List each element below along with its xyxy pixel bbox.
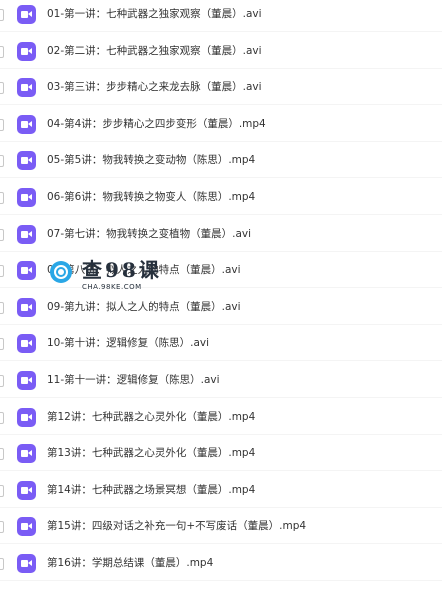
file-row[interactable]: 11-第十一讲：逻辑修复（陈思）.avi bbox=[0, 366, 442, 404]
video-file-icon bbox=[17, 334, 36, 354]
file-name[interactable]: 第16讲：学期总结课（董晨）.mp4 bbox=[47, 555, 213, 571]
file-checkbox[interactable] bbox=[0, 521, 4, 534]
file-row[interactable]: 第16讲：学期总结课（董晨）.mp4 bbox=[0, 549, 442, 587]
file-name[interactable]: 第12讲：七种武器之心灵外化（董晨）.mp4 bbox=[47, 409, 255, 425]
video-file-icon bbox=[17, 371, 36, 390]
row-divider bbox=[0, 397, 442, 398]
file-checkbox[interactable] bbox=[0, 265, 4, 278]
file-checkbox[interactable] bbox=[0, 155, 4, 168]
file-row[interactable]: 01-第一讲：七种武器之独家观察（董晨）.avi bbox=[0, 0, 442, 38]
row-divider bbox=[0, 250, 442, 252]
row-divider bbox=[0, 433, 442, 435]
row-divider bbox=[0, 177, 442, 179]
video-file-icon bbox=[17, 554, 36, 573]
video-file-icon bbox=[17, 517, 36, 537]
file-checkbox[interactable] bbox=[0, 118, 4, 131]
watermark-logo-icon bbox=[50, 261, 72, 283]
file-checkbox[interactable] bbox=[0, 338, 4, 351]
file-checkbox[interactable] bbox=[0, 375, 4, 387]
video-file-icon bbox=[17, 78, 36, 98]
row-divider bbox=[0, 360, 442, 362]
video-file-icon bbox=[17, 188, 36, 207]
file-checkbox[interactable] bbox=[0, 558, 4, 570]
file-checkbox[interactable] bbox=[0, 192, 4, 204]
file-checkbox[interactable] bbox=[0, 301, 4, 314]
file-name[interactable]: 第13讲：七种武器之心灵外化（董晨）.mp4 bbox=[47, 445, 255, 461]
video-file-icon bbox=[17, 41, 36, 61]
video-file-icon bbox=[17, 407, 36, 427]
file-checkbox[interactable] bbox=[0, 411, 4, 424]
row-divider bbox=[0, 104, 442, 106]
file-name[interactable]: 07-第七讲：物我转换之变植物（董晨）.avi bbox=[47, 226, 251, 242]
file-name[interactable]: 02-第二讲：七种武器之独家观察（董晨）.avi bbox=[47, 43, 262, 59]
video-file-icon bbox=[17, 114, 36, 134]
file-name[interactable]: 第15讲：四级对话之补充一句+不写废话（董晨）.mp4 bbox=[47, 518, 306, 534]
watermark-subtitle: CHA.98KE.COM bbox=[82, 283, 142, 291]
watermark-title: 查98课 bbox=[82, 258, 162, 282]
row-divider bbox=[0, 543, 442, 545]
row-divider bbox=[0, 506, 442, 508]
file-name[interactable]: 第14讲：七种武器之场景冥想（董晨）.mp4 bbox=[47, 482, 255, 498]
file-name[interactable]: 09-第九讲：拟人之人的特点（董晨）.avi bbox=[47, 299, 241, 315]
video-file-icon bbox=[17, 297, 36, 317]
file-name[interactable]: 11-第十一讲：逻辑修复（陈思）.avi bbox=[47, 372, 220, 388]
row-divider bbox=[0, 31, 442, 32]
video-file-icon bbox=[17, 5, 36, 24]
video-file-icon bbox=[17, 224, 36, 244]
file-row[interactable]: 09-第九讲：拟人之人的特点（董晨）.avi bbox=[0, 293, 442, 331]
file-name[interactable]: 04-第4讲：步步精心之四步变形（董晨）.mp4 bbox=[47, 116, 266, 132]
file-row[interactable]: 05-第5讲：物我转换之变动物（陈思）.mp4 bbox=[0, 146, 442, 184]
watermark: 查98课 CHA.98KE.COM bbox=[50, 258, 162, 296]
file-row[interactable]: 第12讲：七种武器之心灵外化（董晨）.mp4 bbox=[0, 403, 442, 441]
file-row[interactable]: 06-第6讲：物我转换之物变人（陈思）.mp4 bbox=[0, 183, 442, 221]
video-file-icon bbox=[17, 151, 36, 171]
video-file-icon bbox=[17, 480, 36, 500]
file-row[interactable]: 04-第4讲：步步精心之四步变形（董晨）.mp4 bbox=[0, 110, 442, 148]
file-name[interactable]: 03-第三讲：步步精心之来龙去脉（董晨）.avi bbox=[47, 79, 262, 95]
row-divider bbox=[0, 580, 442, 581]
row-divider bbox=[0, 214, 442, 215]
file-checkbox[interactable] bbox=[0, 9, 4, 21]
file-name[interactable]: 10-第十讲：逻辑修复（陈思）.avi bbox=[47, 335, 209, 351]
file-row[interactable]: 第14讲：七种武器之场景冥想（董晨）.mp4 bbox=[0, 476, 442, 514]
file-checkbox[interactable] bbox=[0, 228, 4, 241]
file-row[interactable]: 第13讲：七种武器之心灵外化（董晨）.mp4 bbox=[0, 439, 442, 477]
file-row[interactable]: 10-第十讲：逻辑修复（陈思）.avi bbox=[0, 329, 442, 367]
file-checkbox[interactable] bbox=[0, 484, 4, 497]
video-file-icon bbox=[17, 261, 36, 281]
row-divider bbox=[0, 323, 442, 325]
file-name[interactable]: 01-第一讲：七种武器之独家观察（董晨）.avi bbox=[47, 6, 262, 22]
file-list: 01-第一讲：七种武器之独家观察（董晨）.avi 02-第二讲：七种武器之独家观察… bbox=[0, 0, 442, 600]
file-checkbox[interactable] bbox=[0, 448, 4, 461]
file-checkbox[interactable] bbox=[0, 45, 4, 58]
video-file-icon bbox=[17, 444, 36, 464]
file-row[interactable]: 07-第七讲：物我转换之变植物（董晨）.avi bbox=[0, 220, 442, 258]
row-divider bbox=[0, 470, 442, 472]
file-name[interactable]: 05-第5讲：物我转换之变动物（陈思）.mp4 bbox=[47, 152, 255, 168]
file-checkbox[interactable] bbox=[0, 82, 4, 95]
row-divider bbox=[0, 140, 442, 142]
row-divider bbox=[0, 67, 442, 69]
file-row[interactable]: 02-第二讲：七种武器之独家观察（董晨）.avi bbox=[0, 37, 442, 75]
file-row[interactable]: 第15讲：四级对话之补充一句+不写废话（董晨）.mp4 bbox=[0, 512, 442, 550]
file-row[interactable]: 03-第三讲：步步精心之来龙去脉（董晨）.avi bbox=[0, 73, 442, 111]
file-name[interactable]: 06-第6讲：物我转换之物变人（陈思）.mp4 bbox=[47, 189, 255, 205]
